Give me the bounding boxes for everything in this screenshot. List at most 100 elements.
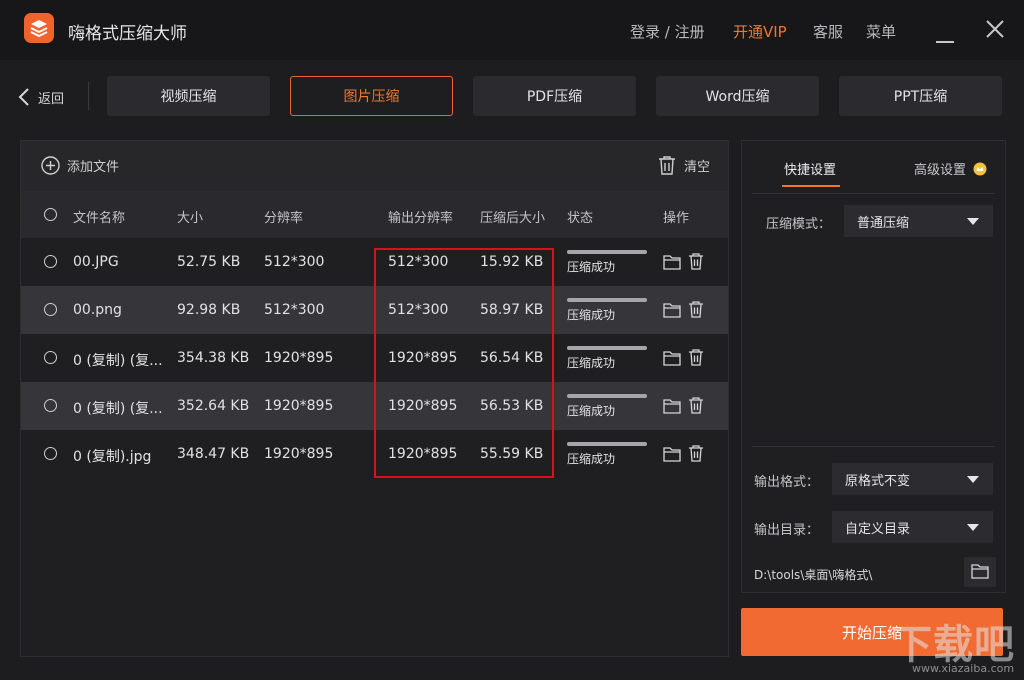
chevron-left-icon <box>18 88 29 106</box>
add-file-label: 添加文件 <box>67 160 120 175</box>
cell-size: 52.75 KB <box>177 254 241 270</box>
tab-underline <box>782 185 840 187</box>
chevron-down-icon <box>967 218 979 225</box>
file-toolbar: 添加文件 清空 <box>21 141 728 191</box>
output-path: D:\tools\桌面\嗨格式\ <box>754 568 873 582</box>
table-row[interactable]: 00.JPG 52.75 KB 512*300 512*300 15.92 KB 压缩成功 <box>21 238 728 286</box>
cell-compressed-size: 58.97 KB <box>480 302 544 318</box>
output-dir-label: 输出目录： <box>754 523 820 538</box>
vip-crown-icon <box>973 162 987 176</box>
browse-folder-button[interactable] <box>964 557 996 587</box>
table-row[interactable]: 0 (复制).jpg 348.47 KB 1920*895 1920*895 55.59… <box>21 430 728 478</box>
row-select-radio[interactable] <box>44 399 57 412</box>
col-filename: 文件名称 <box>73 211 126 226</box>
menu-link[interactable]: 菜单 <box>866 21 896 42</box>
select-all-radio[interactable] <box>44 208 57 221</box>
cell-resolution: 512*300 <box>264 254 325 270</box>
col-resolution: 分辨率 <box>264 211 304 226</box>
cell-compressed-size: 56.54 KB <box>480 350 544 366</box>
row-select-radio[interactable] <box>44 255 57 268</box>
progress-bar <box>567 298 647 302</box>
progress-fill <box>567 346 647 350</box>
progress-fill <box>567 394 647 398</box>
clear-label: 清空 <box>683 159 710 175</box>
tab-advanced-settings[interactable]: 高级设置 <box>914 159 987 178</box>
row-select-radio[interactable] <box>44 351 57 364</box>
delete-icon[interactable] <box>688 444 704 466</box>
customer-service-link[interactable]: 客服 <box>813 21 843 42</box>
cell-filename: 0 (复制) (复... <box>73 353 163 369</box>
row-select-radio[interactable] <box>44 447 57 460</box>
cell-compressed-size: 15.92 KB <box>480 254 544 270</box>
col-actions: 操作 <box>663 211 690 226</box>
cell-resolution: 1920*895 <box>264 350 334 366</box>
output-format-label: 输出格式： <box>754 475 820 490</box>
progress-bar <box>567 346 647 350</box>
output-format-select[interactable]: 原格式不变 <box>832 463 993 495</box>
table-row[interactable]: 00.png 92.98 KB 512*300 512*300 58.97 KB 压缩成功 <box>21 286 728 334</box>
open-folder-icon[interactable] <box>663 398 681 418</box>
col-compressed-size: 压缩后大小 <box>480 211 546 226</box>
settings-divider-2 <box>752 446 995 447</box>
cell-output-resolution: 1920*895 <box>388 446 458 462</box>
cell-filename: 0 (复制).jpg <box>73 449 152 465</box>
back-button[interactable]: 返回 <box>18 86 64 108</box>
delete-icon[interactable] <box>688 396 704 418</box>
open-folder-icon[interactable] <box>663 446 681 466</box>
back-label: 返回 <box>38 91 65 107</box>
clear-button[interactable]: 清空 <box>658 155 710 175</box>
table-header: 文件名称 大小 分辨率 输出分辨率 压缩后大小 状态 操作 <box>21 191 728 238</box>
output-dir-select[interactable]: 自定义目录 <box>832 511 993 543</box>
close-icon[interactable] <box>986 20 1004 42</box>
add-file-button[interactable]: 添加文件 <box>41 156 119 175</box>
vip-link[interactable]: 开通VIP <box>733 21 787 42</box>
open-folder-icon[interactable] <box>663 302 681 322</box>
tab-word-compress[interactable]: Word压缩 <box>656 76 819 116</box>
col-size: 大小 <box>177 211 204 226</box>
row-select-radio[interactable] <box>44 303 57 316</box>
cell-status: 压缩成功 <box>567 308 616 322</box>
delete-icon[interactable] <box>688 348 704 370</box>
cell-size: 92.98 KB <box>177 302 241 318</box>
open-folder-icon[interactable] <box>663 254 681 274</box>
cell-status: 压缩成功 <box>567 356 616 370</box>
nav-divider <box>88 82 89 110</box>
cell-resolution: 1920*895 <box>264 446 334 462</box>
cell-size: 352.64 KB <box>177 398 250 414</box>
cell-filename: 00.png <box>73 302 122 318</box>
start-compress-button[interactable]: 开始压缩 <box>741 608 1003 656</box>
tab-ppt-compress[interactable]: PPT压缩 <box>839 76 1002 116</box>
output-format-value: 原格式不变 <box>845 473 911 489</box>
progress-fill <box>567 298 647 302</box>
compress-mode-select[interactable]: 普通压缩 <box>844 205 993 237</box>
progress-bar <box>567 250 647 254</box>
login-register-link[interactable]: 登录 / 注册 <box>630 21 705 42</box>
cell-size: 348.47 KB <box>177 446 250 462</box>
cell-output-resolution: 1920*895 <box>388 350 458 366</box>
cell-output-resolution: 512*300 <box>388 302 449 318</box>
settings-panel: 快捷设置 高级设置 压缩模式： 普通压缩 输出格式： 原格式不变 输出目录： 自… <box>741 140 1006 593</box>
advanced-settings-label: 高级设置 <box>914 163 967 178</box>
compress-mode-label: 压缩模式： <box>766 217 832 232</box>
cell-output-resolution: 512*300 <box>388 254 449 270</box>
watermark-url: www.xiazaiba.com <box>912 662 1015 675</box>
app-title: 嗨格式压缩大师 <box>68 24 187 44</box>
folder-icon <box>971 564 989 579</box>
open-folder-icon[interactable] <box>663 350 681 370</box>
tab-pdf-compress[interactable]: PDF压缩 <box>473 76 636 116</box>
progress-bar <box>567 394 647 398</box>
minimize-icon[interactable] <box>936 29 954 48</box>
tab-image-compress[interactable]: 图片压缩 <box>290 76 453 116</box>
col-output-resolution: 输出分辨率 <box>388 211 454 226</box>
delete-icon[interactable] <box>688 300 704 322</box>
cell-status: 压缩成功 <box>567 452 616 466</box>
table-row[interactable]: 0 (复制) (复... 352.64 KB 1920*895 1920*895 56.… <box>21 382 728 430</box>
tab-video-compress[interactable]: 视频压缩 <box>107 76 270 116</box>
file-list-panel: 添加文件 清空 文件名称 大小 分辨率 输出分辨率 压缩后大小 状态 操作 00… <box>20 140 729 657</box>
table-row[interactable]: 0 (复制) (复... 354.38 KB 1920*895 1920*895 56.… <box>21 334 728 382</box>
tab-quick-settings[interactable]: 快捷设置 <box>784 159 836 178</box>
cell-compressed-size: 56.53 KB <box>480 398 544 414</box>
trash-icon <box>658 156 675 175</box>
delete-icon[interactable] <box>688 252 704 274</box>
cell-status: 压缩成功 <box>567 404 616 418</box>
